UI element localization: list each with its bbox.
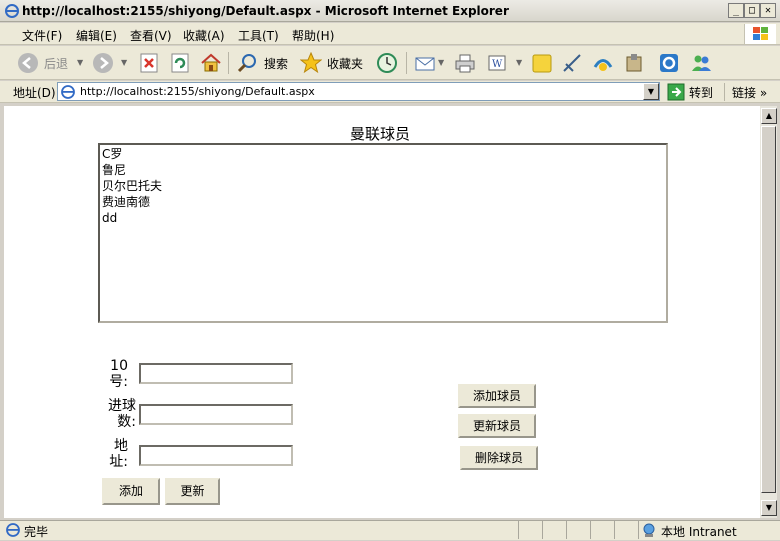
scroll-up-icon[interactable]: ▲ [761,108,777,124]
window-title: http://localhost:2155/shiyong/Default.as… [22,4,509,18]
goals-label-line2: 数: [117,414,136,430]
search-icon[interactable] [236,52,258,74]
windows-flag-icon [744,24,776,44]
address-dropdown-icon[interactable]: ▼ [643,83,659,100]
add-button[interactable]: 添加 [102,478,160,505]
update-button[interactable]: 更新 [165,478,220,505]
go-arrow-icon[interactable] [667,83,685,101]
qq-icon[interactable] [658,52,680,74]
links-button[interactable]: 链接 » [732,84,767,101]
list-item[interactable]: 贝尔巴托夫 [102,178,664,194]
intranet-zone-icon [641,522,657,538]
stop-icon[interactable] [138,52,160,74]
page-title: 曼联球员 [350,125,411,143]
edit-dropdown-icon[interactable]: ▼ [516,58,522,67]
list-item[interactable]: dd [102,210,664,226]
address-url[interactable]: http://localhost:2155/shiyong/Default.as… [80,85,315,98]
number-label-line1: 10 [110,358,128,374]
address-label-line1: 地 [114,438,128,454]
maximize-button[interactable]: □ [744,3,760,18]
update-player-button[interactable]: 更新球员 [458,414,536,438]
menu-help[interactable]: 帮助(H) [292,27,334,44]
address-divider [724,83,725,101]
minimize-button[interactable]: _ [728,3,744,18]
menu-favorites[interactable]: 收藏(A) [183,27,225,44]
back-label[interactable]: 后退 [44,55,68,72]
goals-label-line1: 进球 [108,398,136,414]
search-label[interactable]: 搜索 [264,55,288,72]
status-panel [566,521,588,539]
favorites-label[interactable]: 收藏夹 [327,55,363,72]
security-zone-text: 本地 Intranet [661,525,737,539]
back-dropdown-icon[interactable]: ▼ [77,58,83,67]
number-input[interactable] [139,363,293,384]
status-panel [614,521,636,539]
close-button[interactable]: ✕ [760,3,776,18]
menu-tools[interactable]: 工具(T) [238,27,279,44]
history-icon[interactable] [376,52,398,74]
address-label-line2: 址: [109,454,128,470]
word-edit-icon[interactable]: W [486,52,508,74]
menu-file[interactable]: 文件(F) [22,27,62,44]
forward-icon[interactable] [92,52,114,74]
page-done-icon [5,522,21,538]
scroll-down-icon[interactable]: ▼ [761,500,777,516]
menu-view[interactable]: 查看(V) [130,27,172,44]
notes-icon[interactable] [531,52,553,74]
go-button[interactable]: 转到 [689,84,713,101]
goals-label: 进球 数: [100,398,136,430]
status-text: 完毕 [24,525,49,539]
list-item[interactable]: 鲁尼 [102,162,664,178]
mail-icon[interactable] [414,52,436,74]
research-icon[interactable] [592,52,614,74]
list-item[interactable]: C罗 [102,146,664,162]
tools-icon[interactable] [623,52,645,74]
forward-dropdown-icon[interactable]: ▼ [121,58,127,67]
number-label-line2: 号: [109,374,128,390]
list-item[interactable]: 费迪南德 [102,194,664,210]
ie-logo-icon [4,3,20,19]
print-icon[interactable] [454,52,476,74]
scroll-thumb[interactable] [761,126,776,493]
address-field-input[interactable] [139,445,293,466]
favorites-star-icon[interactable] [299,51,323,74]
status-panel [590,521,612,539]
number-label: 10 号: [100,358,128,390]
delete-player-button[interactable]: 删除球员 [460,446,538,470]
add-player-button[interactable]: 添加球员 [458,384,536,408]
mail-dropdown-icon[interactable]: ▼ [438,58,444,67]
menu-bar [0,23,780,45]
messenger-pen-icon[interactable] [561,52,583,74]
home-icon[interactable] [200,52,222,74]
back-icon[interactable] [17,52,39,74]
svg-text:W: W [492,59,503,70]
goals-input[interactable] [139,404,293,425]
toolbar-divider [228,52,229,74]
address-label: 地址(D) [13,86,56,100]
player-listbox[interactable]: C罗 鲁尼 贝尔巴托夫 费迪南德 dd [98,143,668,323]
menu-edit[interactable]: 编辑(E) [76,27,117,44]
status-panel [518,521,540,539]
toolbar-divider [406,52,407,74]
page-icon [60,84,76,100]
status-panel [542,521,564,539]
msn-buddies-icon[interactable] [690,52,712,74]
address-field-label: 地 址: [100,438,128,470]
refresh-icon[interactable] [169,52,191,74]
